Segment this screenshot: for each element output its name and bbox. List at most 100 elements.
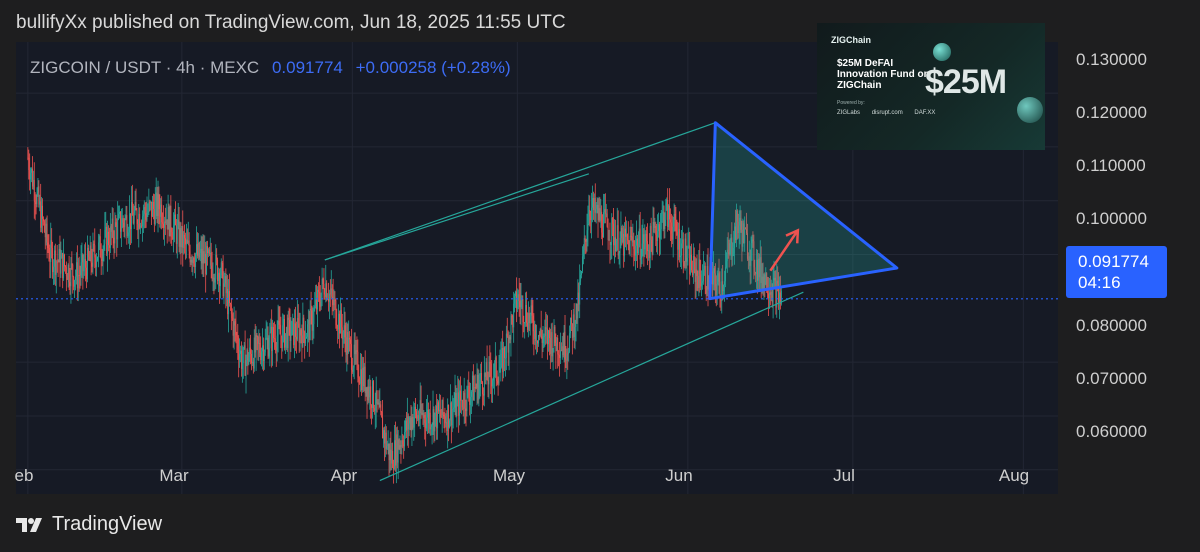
candle-body: [483, 372, 485, 396]
candle-body: [250, 347, 252, 355]
candle-body: [246, 350, 248, 361]
candle-body: [202, 251, 204, 264]
candle-body: [150, 201, 152, 203]
candle-body: [651, 239, 653, 254]
candle-body: [156, 192, 158, 217]
candle-body: [142, 214, 144, 217]
candle-body: [32, 179, 34, 187]
candle-body: [208, 249, 210, 254]
candle-body: [358, 377, 360, 382]
candle-body: [665, 202, 667, 220]
candle-body: [593, 197, 595, 211]
candle-body: [596, 204, 598, 209]
candle-body: [59, 248, 61, 274]
candle-body: [164, 221, 166, 224]
candle-body: [194, 263, 196, 268]
candle-body: [218, 272, 219, 282]
candle-body: [248, 357, 250, 365]
candle-body: [442, 400, 444, 415]
candle-body: [167, 207, 169, 230]
candle-body: [412, 417, 414, 428]
candle-body: [401, 440, 403, 447]
candle-body: [241, 363, 243, 369]
candle-body: [416, 411, 417, 419]
symbol-legend[interactable]: ZIGCOIN / USDT · 4h · MEXC 0.091774 +0.0…: [30, 58, 511, 78]
candle-body: [92, 243, 94, 267]
chart-page: bullifyXx published on TradingView.com, …: [0, 0, 1200, 552]
candle-body: [440, 416, 442, 418]
candle-body: [678, 229, 680, 250]
candle-body: [572, 314, 574, 338]
candle-body: [608, 239, 610, 241]
candle-body: [98, 236, 100, 243]
candle-body: [153, 208, 155, 225]
candle-body: [399, 445, 401, 450]
candle-body: [272, 327, 274, 352]
candle-body: [154, 201, 156, 225]
candle-body: [518, 294, 520, 301]
candle-body: [310, 308, 312, 311]
candle-body: [684, 238, 686, 267]
candle-body: [614, 237, 616, 252]
candle-body: [494, 357, 496, 364]
candle-body: [299, 329, 301, 343]
candle-body: [682, 239, 684, 263]
candle-body: [182, 226, 184, 248]
candle-body: [54, 250, 56, 275]
candle-body: [168, 207, 170, 237]
candle-body: [365, 387, 367, 394]
candle-body: [639, 228, 641, 260]
candle-body: [206, 246, 208, 275]
candle-body: [603, 212, 604, 238]
candle-body: [564, 331, 566, 360]
candle-body: [689, 245, 691, 275]
candle-body: [117, 218, 119, 240]
candle-body: [201, 248, 203, 264]
candle-body: [561, 346, 563, 352]
candle-body: [86, 267, 87, 280]
candle-body: [680, 243, 682, 256]
candle-body: [417, 415, 419, 420]
candle-body: [189, 251, 191, 263]
bar-countdown: 04:16: [1078, 273, 1121, 292]
candle-body: [190, 259, 192, 263]
sponsor-ad-image[interactable]: ZIGChain $25M DeFAI Innovation Fund on Z…: [817, 23, 1045, 150]
candle-body: [173, 225, 175, 240]
candle-body: [429, 412, 431, 430]
candle-body: [602, 232, 604, 238]
tradingview-logo[interactable]: TradingView: [16, 513, 162, 536]
candle-body: [510, 315, 512, 340]
candle-body: [191, 259, 193, 263]
candle-body: [304, 331, 306, 344]
candle-body: [104, 229, 106, 244]
candle-body: [577, 292, 579, 319]
candle-body: [477, 374, 479, 400]
candle-body: [359, 381, 361, 384]
candle-body: [52, 247, 54, 273]
candle-body: [604, 209, 606, 215]
candle-body: [509, 336, 511, 340]
candle-body: [181, 226, 183, 248]
candle-body: [686, 257, 688, 262]
candle-body: [345, 337, 347, 355]
candle-body: [255, 335, 257, 353]
candle-body: [539, 328, 541, 336]
candle-body: [454, 392, 456, 408]
candle-body: [545, 327, 547, 330]
candle-body: [122, 218, 124, 223]
candle-body: [260, 352, 262, 361]
candle-body: [433, 409, 435, 432]
candle-body: [49, 259, 51, 262]
candle-body: [320, 292, 322, 307]
candle-body: [570, 317, 571, 334]
candle-body: [667, 199, 669, 228]
y-tick-label: 0.130000: [1076, 50, 1147, 69]
candle-body: [466, 386, 468, 411]
candle-body: [99, 236, 101, 257]
candle-body: [613, 223, 615, 246]
candle-body: [64, 266, 66, 268]
candle-body: [487, 379, 489, 385]
candle-body: [295, 336, 297, 340]
candle-body: [400, 445, 402, 447]
candle-body: [313, 309, 315, 325]
